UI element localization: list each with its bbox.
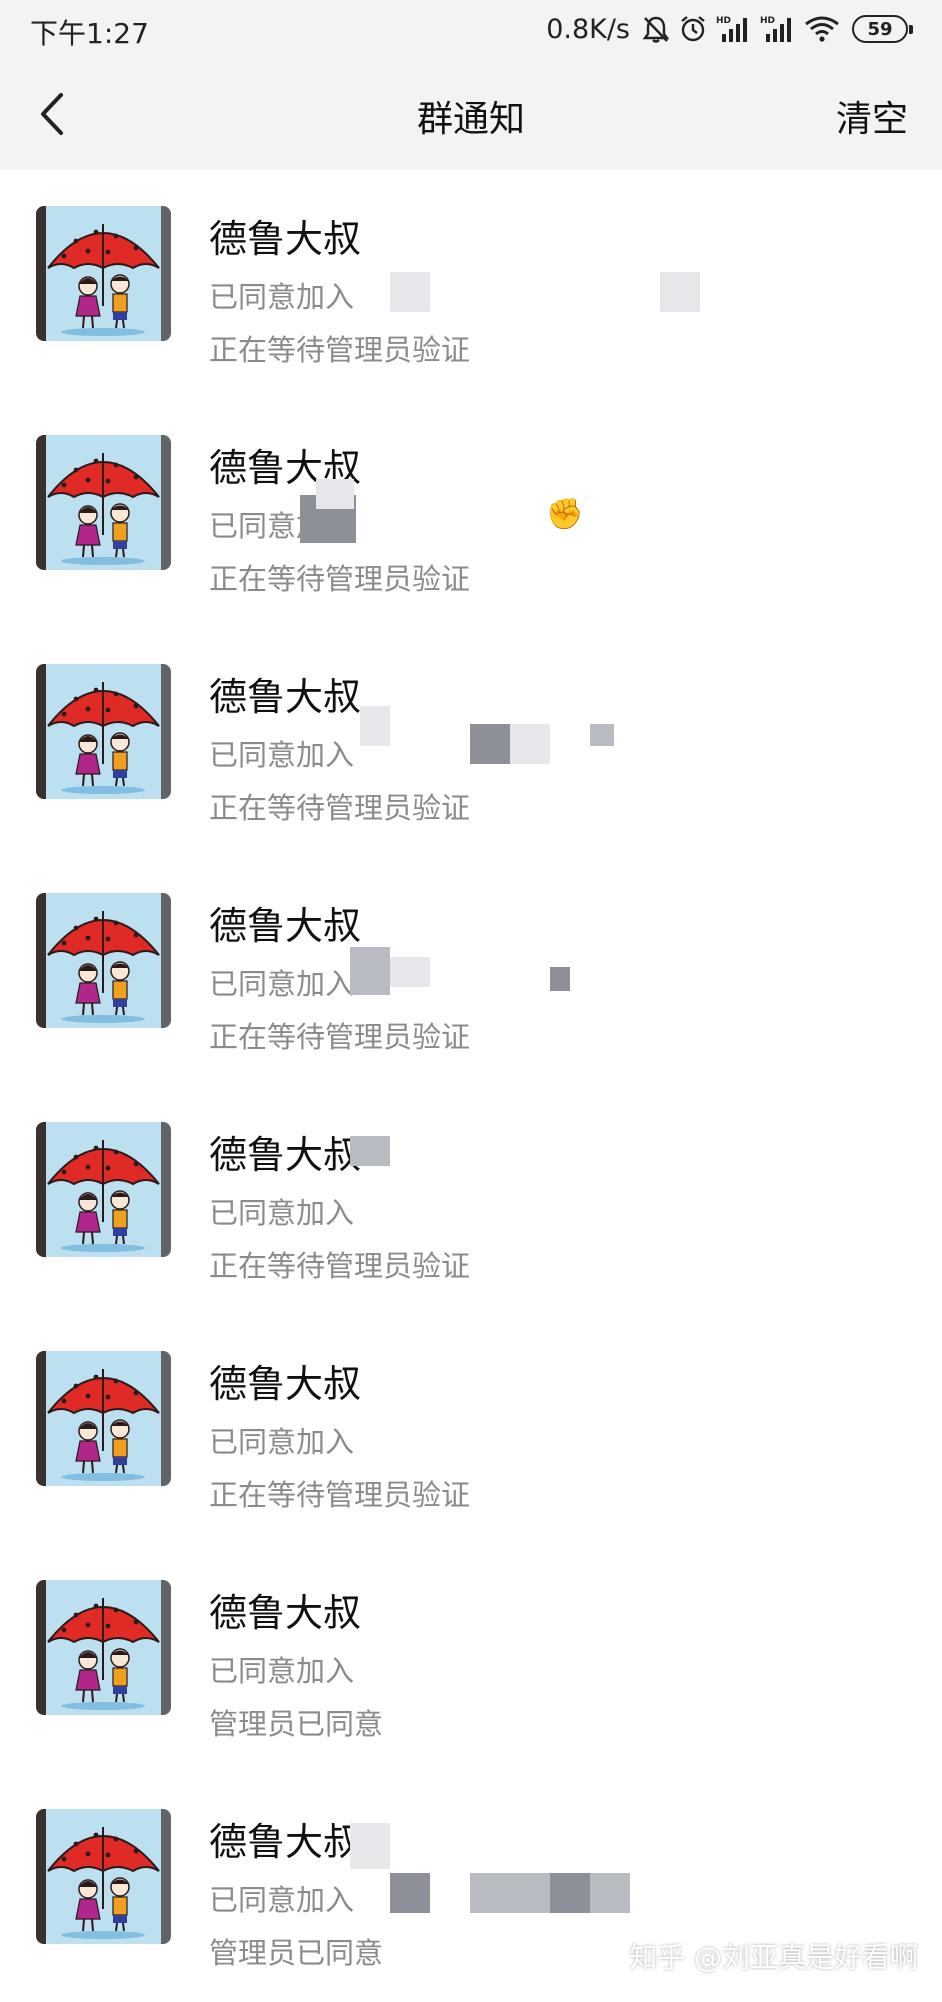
flexed-biceps-icon: ✊ (546, 497, 584, 532)
list-item[interactable]: 德鲁大叔 已同意加入 正在等待管理员验证 (0, 170, 942, 399)
action-text: 已同意加入 (209, 1654, 355, 1688)
status-text: 管理员已同意 (209, 1707, 384, 1741)
sender-name: 德鲁大叔 (209, 904, 362, 948)
hd-signal-icon: HD (716, 11, 752, 47)
status-bar: 下午1:27 0.8K/s HD HD 59 (0, 0, 942, 58)
avatar[interactable] (36, 1809, 171, 1944)
hd-signal-icon: HD (760, 11, 796, 47)
redaction-mask (590, 1873, 630, 1913)
sender-name: 德鲁大叔 (209, 1820, 362, 1864)
avatar[interactable] (36, 435, 171, 570)
redaction-mask (350, 947, 390, 995)
umbrella-couple-avatar-icon (36, 1351, 171, 1486)
avatar[interactable] (36, 664, 171, 799)
redaction-mask (390, 272, 430, 312)
battery-icon: 59 (852, 15, 913, 43)
redaction-mask (350, 1823, 390, 1869)
network-speed: 0.8K/s (546, 13, 630, 45)
sender-name: 德鲁大叔 (209, 1591, 362, 1635)
redaction-mask (660, 272, 700, 312)
redaction-mask (590, 724, 614, 746)
redaction-mask (390, 957, 430, 987)
sender-name: 德鲁大叔 (209, 217, 362, 261)
list-item[interactable]: 德鲁大叔 已同意加入 正在等待管理员验证 (0, 1315, 942, 1544)
redaction-mask (550, 1873, 590, 1913)
redaction-mask (470, 1873, 510, 1913)
action-text: 已同意加入 (209, 1883, 355, 1917)
redaction-mask (360, 706, 390, 746)
status-icons: 0.8K/s HD HD 59 (546, 10, 913, 48)
nav-header: 群通知 清空 (0, 58, 942, 170)
sender-name: 德鲁大叔 (209, 675, 362, 719)
sender-name: 德鲁大叔 (209, 1362, 362, 1406)
list-item[interactable]: 德鲁大叔 已同意加入 正在等待管理员验证 (0, 628, 942, 857)
list-item[interactable]: 德鲁大叔 已同意加入 正在等待管理员验证 ✊ (0, 399, 942, 628)
watermark: 知乎 @刘亚真是好看啊 (629, 1941, 918, 1974)
avatar[interactable] (36, 206, 171, 341)
mute-bell-icon (642, 11, 670, 47)
list-item[interactable]: 德鲁大叔 已同意加入 正在等待管理员验证 (0, 1086, 942, 1315)
umbrella-couple-avatar-icon (36, 435, 171, 570)
action-text: 已同意加入 (209, 1425, 355, 1459)
redaction-mask (470, 724, 510, 764)
redaction-mask (350, 1136, 390, 1166)
redaction-mask (510, 1873, 550, 1913)
alarm-icon (678, 11, 708, 47)
status-text: 管理员已同意 (209, 1936, 384, 1970)
notification-list: 德鲁大叔 已同意加入 正在等待管理员验证 德鲁大叔 已同意加入 正在等待管理员验… (0, 170, 942, 2002)
status-text: 正在等待管理员验证 (209, 1020, 471, 1054)
avatar[interactable] (36, 1351, 171, 1486)
redaction-mask (316, 479, 354, 509)
battery-level: 59 (867, 18, 893, 40)
svg-text:HD: HD (760, 16, 775, 26)
status-text: 正在等待管理员验证 (209, 562, 471, 596)
umbrella-couple-avatar-icon (36, 206, 171, 341)
action-text: 已同意加入 (209, 1196, 355, 1230)
status-text: 正在等待管理员验证 (209, 791, 471, 825)
status-text: 正在等待管理员验证 (209, 333, 471, 367)
wifi-icon (804, 11, 840, 47)
umbrella-couple-avatar-icon (36, 664, 171, 799)
avatar[interactable] (36, 1122, 171, 1257)
action-text: 已同意加入 (209, 280, 355, 314)
status-text: 正在等待管理员验证 (209, 1478, 471, 1512)
redaction-mask (550, 967, 570, 991)
sender-name: 德鲁大叔 (209, 1133, 362, 1177)
action-text: 已同意加入 (209, 967, 355, 1001)
status-text: 正在等待管理员验证 (209, 1249, 471, 1283)
umbrella-couple-avatar-icon (36, 893, 171, 1028)
umbrella-couple-avatar-icon (36, 1809, 171, 1944)
clear-button[interactable]: 清空 (836, 90, 908, 142)
avatar[interactable] (36, 893, 171, 1028)
page-title: 群通知 (416, 99, 525, 140)
umbrella-couple-avatar-icon (36, 1580, 171, 1715)
list-item[interactable]: 德鲁大叔 已同意加入 正在等待管理员验证 (0, 857, 942, 1086)
redaction-mask (510, 724, 550, 764)
action-text: 已同意加入 (209, 738, 355, 772)
redaction-mask (390, 1873, 430, 1913)
avatar[interactable] (36, 1580, 171, 1715)
svg-text:HD: HD (716, 16, 731, 26)
list-item[interactable]: 德鲁大叔 已同意加入 管理员已同意 (0, 1544, 942, 1773)
status-time: 下午1:27 (30, 17, 149, 50)
umbrella-couple-avatar-icon (36, 1122, 171, 1257)
